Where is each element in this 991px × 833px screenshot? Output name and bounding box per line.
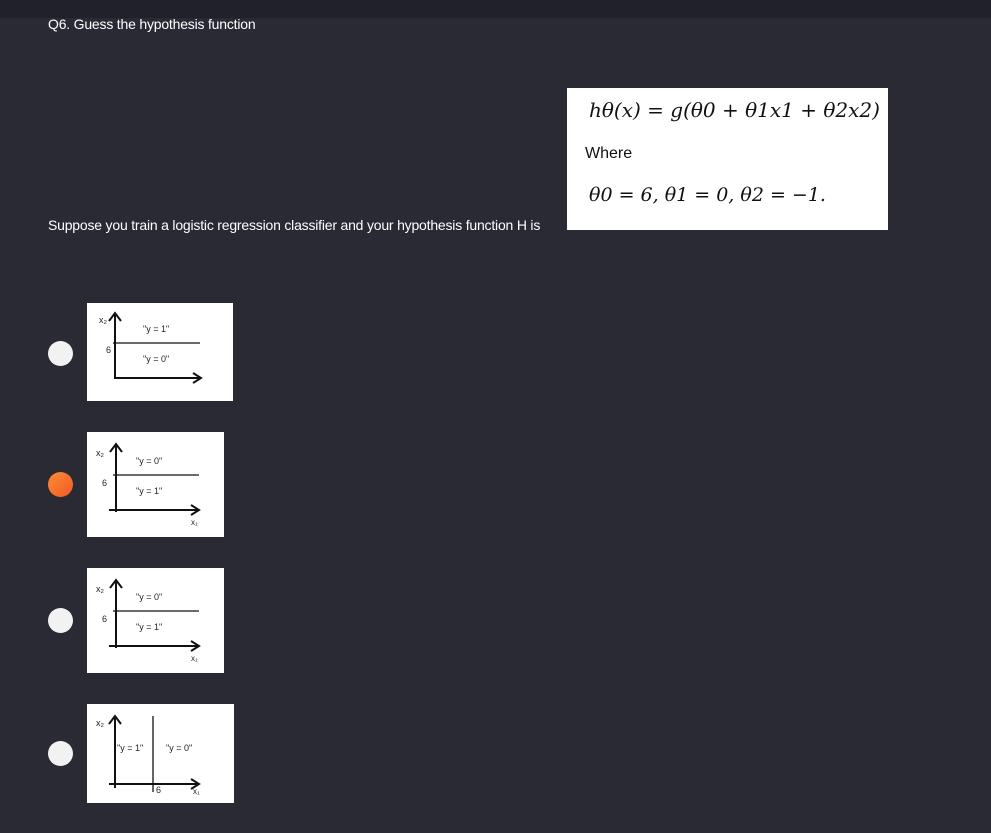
option-1-below-label: "y = 0" [143, 354, 169, 364]
option-3-radio[interactable] [48, 608, 73, 633]
option-1-above-label: "y = 1" [143, 324, 169, 334]
option-1-graph[interactable]: x₂ 6 "y = 1" "y = 0" [87, 303, 233, 401]
option-3-above-label: "y = 0" [136, 592, 162, 602]
option-2-x2-label: x₂ [96, 448, 105, 458]
option-1-x2-label: x₂ [99, 315, 108, 325]
where-label: Where [585, 145, 633, 162]
option-3-graph[interactable]: x₂ 6 "y = 0" "y = 1" x₁ [87, 568, 224, 673]
theta-values: θ0 = 6, θ1 = 0, θ2 = −1. [589, 184, 826, 206]
option-2-graph[interactable]: x₂ 6 "y = 0" "y = 1" x₁ [87, 432, 224, 537]
option-4-x1-label: x₁ [193, 787, 200, 796]
option-4-tick-label: 6 [156, 785, 161, 795]
option-4-left-label: "y = 1" [117, 743, 143, 753]
question-prompt: Suppose you train a logistic regression … [48, 217, 541, 233]
option-1-tick-label: 6 [106, 345, 111, 355]
option-2-radio[interactable] [48, 472, 73, 497]
option-3-x2-label: x₂ [96, 584, 105, 594]
option-4-x2-label: x₂ [96, 718, 105, 728]
option-2-above-label: "y = 0" [136, 456, 162, 466]
option-3-below-label: "y = 1" [136, 622, 162, 632]
option-2-below-label: "y = 1" [136, 486, 162, 496]
formula-image: hθ(x) = g(θ0 + θ1x1 + θ2x2) Where θ0 = 6… [567, 88, 888, 230]
option-2-tick-label: 6 [102, 478, 107, 488]
option-4-graph[interactable]: x₂ 6 "y = 1" "y = 0" x₁ [87, 704, 234, 803]
option-4-right-label: "y = 0" [166, 743, 192, 753]
option-2-x1-label: x₁ [191, 518, 198, 527]
hypothesis-formula: hθ(x) = g(θ0 + θ1x1 + θ2x2) [589, 98, 880, 122]
option-3-x1-label: x₁ [191, 654, 198, 663]
option-4-radio[interactable] [48, 741, 73, 766]
question-title: Q6. Guess the hypothesis function [48, 16, 256, 32]
option-1-radio[interactable] [48, 341, 73, 366]
option-3-tick-label: 6 [102, 614, 107, 624]
